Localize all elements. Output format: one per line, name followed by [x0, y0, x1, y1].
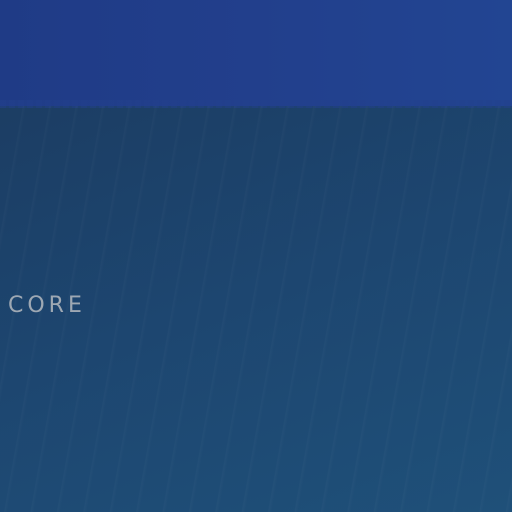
top-band-edge [0, 100, 512, 108]
top-color-band [0, 0, 512, 106]
screen-background: CORE [0, 0, 512, 512]
core-label: CORE [8, 293, 86, 318]
